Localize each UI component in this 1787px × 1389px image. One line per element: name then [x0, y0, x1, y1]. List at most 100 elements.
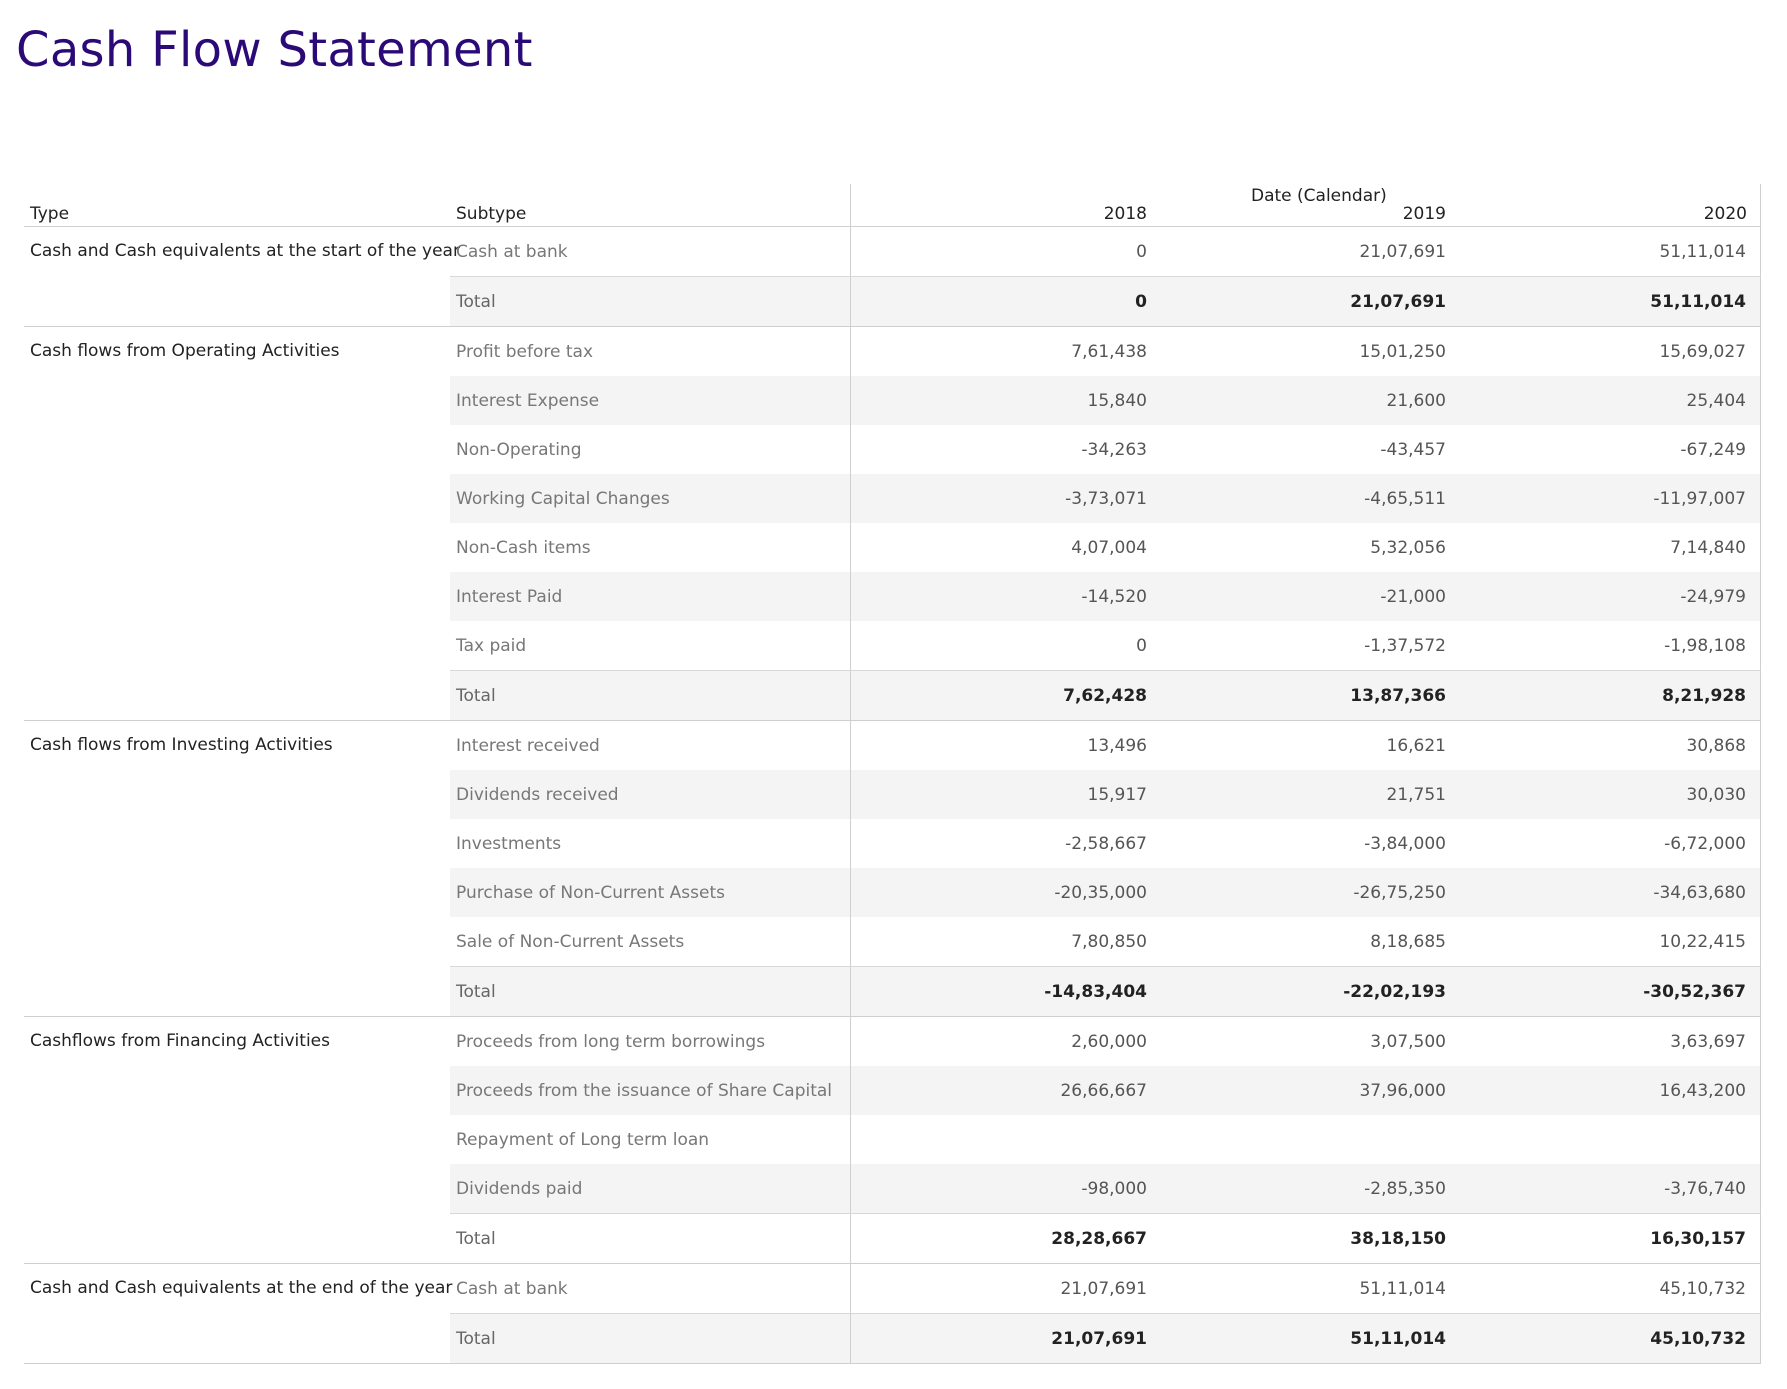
value-cell-2019: -21,000	[1380, 587, 1446, 607]
value-cell-2018: 0	[1136, 636, 1147, 656]
subtype-label: Non-Cash items	[456, 538, 591, 558]
subtype-label: Interest received	[456, 736, 600, 756]
column-divider	[850, 425, 851, 474]
value-cell-2020: -34,63,680	[1653, 883, 1746, 903]
value-cell-2020: 30,868	[1686, 736, 1746, 756]
right-edge	[1760, 425, 1761, 474]
value-cell-2019: -22,02,193	[1343, 982, 1446, 1002]
column-divider	[850, 621, 851, 670]
total-row[interactable]: Total 21,07,691 51,11,014 45,10,732	[450, 1313, 1761, 1363]
column-divider	[850, 721, 851, 770]
value-cell-2019: 15,01,250	[1359, 342, 1446, 362]
table-row[interactable]: Tax paid 0 -1,37,572 -1,98,108	[450, 621, 1761, 670]
table-row[interactable]: Interest received 13,496 16,621 30,868	[450, 721, 1761, 770]
value-cell-2019: 21,07,691	[1359, 242, 1446, 262]
type-group: Cash flows from Investing Activities Inte…	[24, 721, 1761, 1017]
subtype-label: Profit before tax	[456, 342, 594, 362]
value-cell-2018: 7,62,428	[1063, 686, 1147, 706]
subtype-column-header[interactable]: Subtype	[456, 204, 526, 224]
value-cell-2018: -20,35,000	[1054, 883, 1147, 903]
value-cell-2019: 38,18,150	[1350, 1229, 1446, 1249]
total-row[interactable]: Total 0 21,07,691 51,11,014	[450, 276, 1761, 326]
table-header: Type Subtype Date (Calendar) 2018 2019 2…	[24, 184, 1761, 227]
table-row[interactable]: Investments -2,58,667 -3,84,000 -6,72,000	[450, 819, 1761, 868]
type-label[interactable]: Cash and Cash equivalents at the start o…	[30, 241, 460, 261]
value-cell-2020: 16,30,157	[1650, 1229, 1746, 1249]
column-divider	[850, 1214, 851, 1263]
value-cell-2020: 45,10,732	[1650, 1329, 1746, 1349]
type-group: Cashflows from Financing Activities Proce…	[24, 1017, 1761, 1264]
table-row[interactable]: Working Capital Changes -3,73,071 -4,65,51…	[450, 474, 1761, 523]
value-cell-2019: 16,621	[1386, 736, 1446, 756]
value-cell-2018: 4,07,004	[1071, 538, 1147, 558]
value-cell-2020: 3,63,697	[1670, 1032, 1746, 1052]
table-row[interactable]: Sale of Non-Current Assets 7,80,850 8,18,6…	[450, 917, 1761, 966]
column-divider	[850, 967, 851, 1016]
value-cell-2018: 21,07,691	[1060, 1279, 1147, 1299]
value-cell-2018: -14,83,404	[1044, 982, 1147, 1002]
right-edge	[1760, 1115, 1761, 1164]
year-header-2018[interactable]: 2018	[1027, 204, 1147, 224]
right-edge	[1760, 572, 1761, 621]
subtype-label: Purchase of Non-Current Assets	[456, 883, 725, 903]
value-cell-2018: 2,60,000	[1071, 1032, 1147, 1052]
value-cell-2020: -6,72,000	[1664, 834, 1746, 854]
column-divider	[850, 1264, 851, 1313]
subtype-label: Proceeds from long term borrowings	[456, 1032, 766, 1052]
right-edge	[1760, 376, 1761, 425]
subtype-label: Interest Expense	[456, 391, 600, 411]
type-label[interactable]: Cash and Cash equivalents at the end of …	[30, 1278, 452, 1298]
value-cell-2020: -24,979	[1680, 587, 1746, 607]
column-divider	[850, 327, 851, 376]
table-row[interactable]: Purchase of Non-Current Assets -20,35,000…	[450, 868, 1761, 917]
type-label[interactable]: Cash flows from Operating Activities	[30, 341, 340, 361]
type-label[interactable]: Cash flows from Investing Activities	[30, 735, 333, 755]
table-row[interactable]: Dividends paid -98,000 -2,85,350 -3,76,740	[450, 1164, 1761, 1213]
right-edge	[1760, 1264, 1761, 1313]
subtype-label: Total	[456, 292, 496, 312]
subtype-label: Cash at bank	[456, 242, 568, 262]
total-row[interactable]: Total 7,62,428 13,87,366 8,21,928	[450, 670, 1761, 720]
year-header-2020[interactable]: 2020	[1627, 204, 1747, 224]
date-calendar-header[interactable]: Date (Calendar)	[1251, 186, 1387, 206]
table-row[interactable]: Non-Cash items 4,07,004 5,32,056 7,14,840	[450, 523, 1761, 572]
table-row[interactable]: Interest Expense 15,840 21,600 25,404	[450, 376, 1761, 425]
right-edge	[1760, 770, 1761, 819]
value-cell-2018: 26,66,667	[1060, 1081, 1147, 1101]
column-divider	[850, 227, 851, 276]
table-row[interactable]: Interest Paid -14,520 -21,000 -24,979	[450, 572, 1761, 621]
column-divider	[850, 671, 851, 720]
value-cell-2018: -14,520	[1081, 587, 1147, 607]
value-cell-2019: 37,96,000	[1359, 1081, 1446, 1101]
table-row[interactable]: Proceeds from the issuance of Share Capi…	[450, 1066, 1761, 1115]
subtype-label: Repayment of Long term loan	[456, 1130, 710, 1150]
type-label[interactable]: Cashflows from Financing Activities	[30, 1031, 330, 1051]
value-cell-2018: 7,61,438	[1071, 342, 1147, 362]
type-column-header[interactable]: Type	[30, 204, 69, 224]
value-cell-2020: -30,52,367	[1643, 982, 1746, 1002]
table-row[interactable]: Dividends received 15,917 21,751 30,030	[450, 770, 1761, 819]
column-divider	[850, 376, 851, 425]
table-row[interactable]: Profit before tax 7,61,438 15,01,250 15,69,…	[450, 327, 1761, 376]
right-edge	[1760, 868, 1761, 917]
value-cell-2020: -11,97,007	[1653, 489, 1746, 509]
subtype-label: Sale of Non-Current Assets	[456, 932, 685, 952]
table-row[interactable]: Proceeds from long term borrowings 2,60,0…	[450, 1017, 1761, 1066]
table-row[interactable]: Repayment of Long term loan	[450, 1115, 1761, 1164]
value-cell-2019: 5,32,056	[1370, 538, 1446, 558]
right-edge	[1760, 327, 1761, 376]
table-row[interactable]: Cash at bank 21,07,691 51,11,014 45,10,732	[450, 1264, 1761, 1313]
value-cell-2019: 51,11,014	[1350, 1329, 1446, 1349]
value-cell-2019: 21,07,691	[1350, 292, 1446, 312]
value-cell-2019: 13,87,366	[1350, 686, 1446, 706]
year-header-2019[interactable]: 2019	[1326, 204, 1446, 224]
total-row[interactable]: Total -14,83,404 -22,02,193 -30,52,367	[450, 966, 1761, 1016]
type-group: Cash and Cash equivalents at the end of …	[24, 1264, 1761, 1364]
total-row[interactable]: Total 28,28,667 38,18,150 16,30,157	[450, 1213, 1761, 1263]
value-cell-2018: 0	[1136, 242, 1147, 262]
subtype-label: Total	[456, 982, 496, 1002]
value-cell-2020: 15,69,027	[1659, 342, 1746, 362]
subtype-label: Tax paid	[456, 636, 527, 656]
table-row[interactable]: Non-Operating -34,263 -43,457 -67,249	[450, 425, 1761, 474]
table-row[interactable]: Cash at bank 0 21,07,691 51,11,014	[450, 227, 1761, 276]
